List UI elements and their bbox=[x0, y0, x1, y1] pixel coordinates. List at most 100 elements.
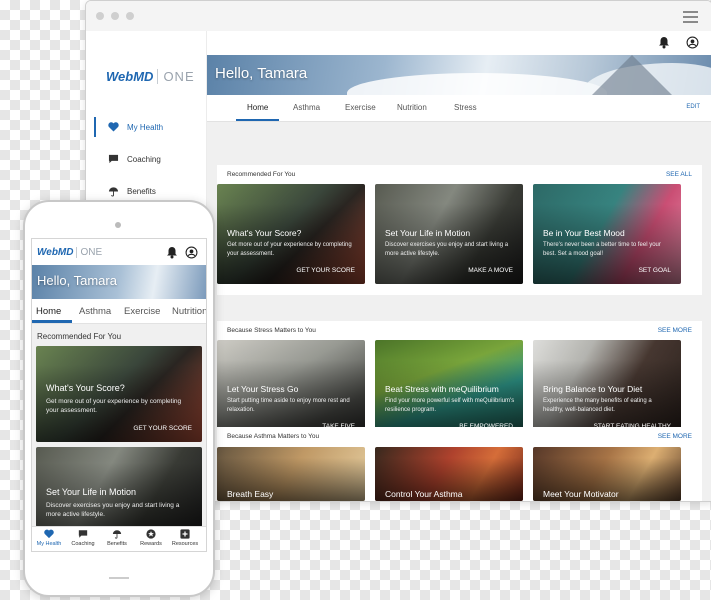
card-cta[interactable]: GET YOUR SCORE bbox=[133, 425, 192, 432]
heart-icon bbox=[44, 529, 54, 539]
mobile-screen: WebMD ONE Hello, Tamara Home Asthma Exerc… bbox=[31, 238, 207, 552]
tab-home[interactable]: Home bbox=[36, 306, 61, 317]
bottom-nav-label: Rewards bbox=[140, 541, 162, 547]
tab-stress[interactable]: Stress bbox=[454, 103, 477, 112]
card-be-in-your-best-mood[interactable]: Be in Your Best Mood There's never been … bbox=[533, 184, 681, 284]
see-more-link[interactable]: SEE MORE bbox=[658, 327, 692, 334]
umbrella-icon bbox=[112, 530, 122, 539]
phone-camera bbox=[115, 222, 121, 228]
card-description: There's never been a better time to feel… bbox=[543, 242, 661, 257]
card-cta[interactable]: SET GOAL bbox=[639, 267, 671, 274]
bottom-nav-benefits[interactable]: Benefits bbox=[100, 529, 134, 547]
card-title: Let Your Stress Go bbox=[227, 384, 299, 394]
tab-asthma[interactable]: Asthma bbox=[293, 103, 320, 112]
bottom-nav-coaching[interactable]: Coaching bbox=[66, 529, 100, 547]
window-dot[interactable] bbox=[111, 12, 119, 20]
main-content: Hello, Tamara Home Asthma Exercise Nutri… bbox=[207, 31, 711, 501]
hamburger-menu-icon[interactable] bbox=[683, 11, 698, 26]
mobile-bottom-nav: My Health Coaching Benefits Rewards Reso… bbox=[32, 526, 206, 551]
bottom-nav-resources[interactable]: Resources bbox=[168, 529, 202, 547]
card-let-your-stress-go[interactable]: Let Your Stress Go Start putting time as… bbox=[217, 340, 365, 440]
card-title: Set Your Life in Motion bbox=[385, 228, 471, 238]
sidebar-item-label: My Health bbox=[127, 122, 164, 132]
bottom-nav-rewards[interactable]: Rewards bbox=[134, 529, 168, 547]
top-bar bbox=[207, 31, 711, 55]
card-description: Experience the many benefits of eating a… bbox=[543, 398, 652, 413]
card-description: Discover exercises you enjoy and start l… bbox=[385, 242, 509, 257]
chat-icon bbox=[78, 530, 88, 538]
card-cta[interactable]: GET YOUR SCORE bbox=[296, 267, 355, 274]
card-bring-balance[interactable]: Bring Balance to Your Diet Experience th… bbox=[533, 340, 681, 440]
card-description: Discover exercises you enjoy and start l… bbox=[46, 502, 180, 518]
card-cta[interactable]: MAKE A MOVE bbox=[468, 267, 513, 274]
bottom-nav-label: Resources bbox=[171, 541, 199, 547]
sidebar-item-my-health[interactable]: My Health bbox=[94, 117, 163, 137]
user-icon[interactable] bbox=[185, 246, 198, 264]
mobile-card-whats-your-score[interactable]: What's Your Score? Get more out of your … bbox=[36, 346, 202, 442]
card-title: Be in Your Best Mood bbox=[543, 228, 625, 238]
section-title: Because Asthma Matters to You bbox=[227, 433, 320, 440]
card-description: Get more out of your experience by compl… bbox=[227, 242, 352, 257]
tab-exercise[interactable]: Exercise bbox=[345, 103, 376, 112]
greeting: Hello, Tamara bbox=[215, 65, 308, 82]
chat-icon bbox=[107, 153, 119, 165]
bottom-nav-label: My Health bbox=[36, 541, 62, 547]
card-title: Breath Easy bbox=[227, 489, 274, 499]
card-description: Find your more powerful self with meQuil… bbox=[385, 398, 515, 413]
tab-underline bbox=[32, 320, 72, 323]
see-all-link[interactable]: SEE ALL bbox=[666, 171, 692, 178]
card-breath-easy[interactable]: Breath Easy bbox=[217, 447, 365, 501]
tab-asthma[interactable]: Asthma bbox=[79, 306, 111, 317]
mobile-phone-frame: WebMD ONE Hello, Tamara Home Asthma Exerc… bbox=[23, 200, 215, 597]
card-title: Meet Your Motivator bbox=[543, 489, 619, 499]
browser-chrome bbox=[86, 1, 711, 32]
star-badge-icon bbox=[146, 529, 156, 539]
greeting: Hello, Tamara bbox=[37, 273, 117, 288]
card-description: Start putting time aside to enjoy more r… bbox=[227, 398, 350, 413]
card-title: What's Your Score? bbox=[227, 228, 302, 238]
webmd-one-logo[interactable]: WebMD ONE bbox=[37, 247, 103, 258]
tab-nutrition[interactable]: Nutrition bbox=[172, 306, 206, 317]
window-dot[interactable] bbox=[96, 12, 104, 20]
section-title: Recommended For You bbox=[227, 171, 296, 178]
section-title: Recommended For You bbox=[37, 332, 122, 341]
card-set-your-life-in-motion[interactable]: Set Your Life in Motion Discover exercis… bbox=[375, 184, 523, 284]
banner-mountain-shape bbox=[592, 55, 672, 95]
sidebar-item-label: Benefits bbox=[127, 186, 156, 196]
tab-home[interactable]: Home bbox=[247, 103, 268, 112]
bottom-nav-label: Coaching bbox=[71, 541, 95, 547]
mobile-card-set-your-life-in-motion[interactable]: Set Your Life in Motion Discover exercis… bbox=[36, 447, 202, 527]
hero-banner: Hello, Tamara bbox=[207, 55, 711, 95]
card-title: Bring Balance to Your Diet bbox=[543, 384, 643, 394]
heart-icon bbox=[107, 121, 119, 133]
see-more-link[interactable]: SEE MORE bbox=[658, 433, 692, 440]
banner-snow-shape bbox=[347, 73, 607, 95]
topic-tabs: Home Asthma Exercise Nutrition Stress ED… bbox=[207, 95, 711, 122]
bottom-nav-my-health[interactable]: My Health bbox=[32, 529, 66, 547]
tab-exercise[interactable]: Exercise bbox=[124, 306, 160, 317]
tab-underline bbox=[236, 119, 279, 121]
card-title: Set Your Life in Motion bbox=[46, 487, 137, 497]
section-title: Because Stress Matters to You bbox=[227, 327, 316, 334]
plus-box-icon bbox=[180, 529, 190, 539]
window-dot[interactable] bbox=[126, 12, 134, 20]
phone-home-indicator[interactable] bbox=[109, 577, 129, 579]
edit-tabs-link[interactable]: EDIT bbox=[686, 104, 700, 110]
sidebar-item-benefits[interactable]: Benefits bbox=[94, 181, 156, 201]
active-indicator bbox=[94, 117, 96, 137]
bell-icon[interactable] bbox=[658, 36, 672, 50]
sidebar-item-coaching[interactable]: Coaching bbox=[94, 149, 161, 169]
tab-nutrition[interactable]: Nutrition bbox=[397, 103, 427, 112]
mobile-hero-banner: Hello, Tamara bbox=[32, 265, 206, 299]
sidebar-item-label: Coaching bbox=[127, 154, 161, 164]
card-control-your-asthma[interactable]: Control Your Asthma bbox=[375, 447, 523, 501]
card-whats-your-score[interactable]: What's Your Score? Get more out of your … bbox=[217, 184, 365, 284]
bell-icon[interactable] bbox=[166, 246, 178, 264]
card-meet-your-motivator[interactable]: Meet Your Motivator bbox=[533, 447, 681, 501]
webmd-one-logo[interactable]: WebMD ONE bbox=[106, 69, 195, 84]
section-recommended: Recommended For You SEE ALL What's Your … bbox=[217, 165, 702, 295]
card-title: Control Your Asthma bbox=[385, 489, 463, 499]
user-icon[interactable] bbox=[686, 36, 700, 50]
card-beat-stress[interactable]: Beat Stress with meQuilibrium Find your … bbox=[375, 340, 523, 440]
mobile-topic-tabs: Home Asthma Exercise Nutrition bbox=[32, 299, 206, 324]
